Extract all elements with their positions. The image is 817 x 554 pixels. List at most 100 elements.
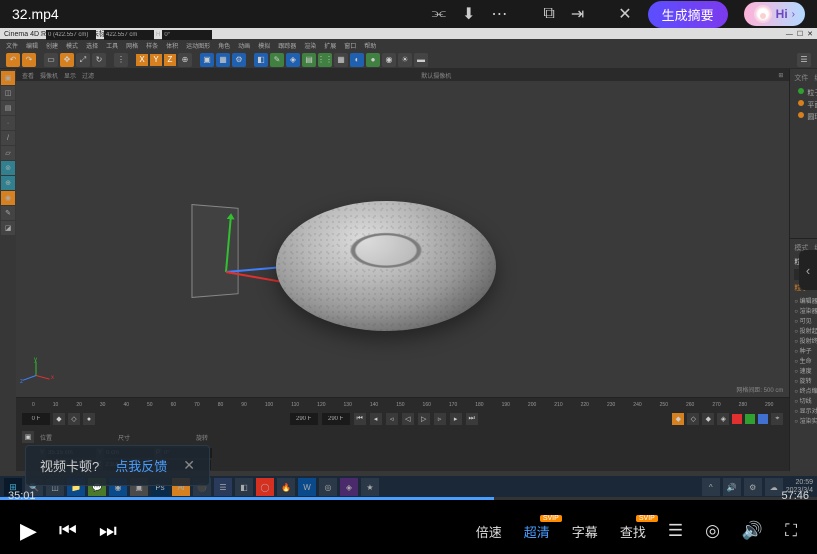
menu-item[interactable]: 角色 (218, 41, 230, 50)
rigid-body[interactable]: ● (366, 53, 380, 67)
menu-item[interactable]: 模式 (66, 41, 78, 50)
object-tree[interactable]: 粒子发射器平面圆环 (794, 87, 817, 123)
frame-start-input[interactable] (22, 413, 50, 425)
close-icon[interactable]: ✕ (183, 457, 195, 474)
feedback-link[interactable]: 点我反馈 (115, 456, 167, 475)
spline-pen[interactable]: ✎ (270, 53, 284, 67)
pip-icon[interactable]: ⧉ (543, 5, 554, 23)
app-icon-8[interactable]: ◎ (319, 478, 337, 496)
menu-item[interactable]: 窗口 (344, 41, 356, 50)
color-swatch-2[interactable] (745, 414, 755, 424)
obj-mgr-tabs[interactable]: 文件编辑查看对象标签书签 (794, 73, 817, 83)
volume[interactable]: ▦ (334, 53, 348, 67)
axis-x[interactable]: X (136, 54, 148, 66)
menu-item[interactable]: 运动图形 (186, 41, 210, 50)
workplane-snap[interactable]: ⊕ (1, 176, 15, 190)
more-icon[interactable]: ⋯ (491, 4, 507, 24)
cloner[interactable]: ⋮⋮ (318, 53, 332, 67)
app-icon-5[interactable]: ◧ (235, 478, 253, 496)
axis-z[interactable]: Z (164, 54, 176, 66)
size-x[interactable] (104, 30, 154, 40)
search-button[interactable]: 查找 SVIP (620, 522, 646, 541)
eye-icon[interactable]: ◎ (705, 521, 720, 541)
menu-item[interactable]: 网格 (126, 41, 138, 50)
edge-mode[interactable]: / (1, 131, 15, 145)
workplane[interactable]: ▤ (1, 101, 15, 115)
app-icon-6[interactable]: ◯ (256, 478, 274, 496)
collapse-icon[interactable]: ⇥ (571, 4, 584, 24)
tree-item[interactable]: 平面 (794, 99, 817, 111)
progress-track[interactable] (0, 497, 817, 500)
undo-button[interactable]: ↶ (6, 53, 20, 67)
next-key-icon[interactable]: ▸ (450, 413, 462, 425)
side-expand-tab[interactable]: ‹ (799, 250, 817, 290)
vp-display[interactable]: 显示 (64, 71, 76, 80)
record-icon[interactable]: ● (83, 413, 95, 425)
object-manager[interactable]: 文件编辑查看对象标签书签 粒子发射器平面圆环 (790, 69, 817, 239)
vp-view[interactable]: 查看 (22, 71, 34, 80)
autokey-icon[interactable]: ◇ (68, 413, 80, 425)
tray-icon-3[interactable]: ☁ (765, 478, 783, 496)
timeline-ruler[interactable]: 0102030405060708090100110120130140150160… (16, 397, 789, 411)
prev-frame-icon[interactable]: ◃ (386, 413, 398, 425)
app-icon-9[interactable]: ◈ (340, 478, 358, 496)
generate-summary-button[interactable]: 生成摘要 (648, 1, 728, 28)
close-icon[interactable]: ✕ (618, 4, 631, 24)
floor[interactable]: ▬ (414, 53, 428, 67)
prim-cube[interactable]: ◧ (254, 53, 268, 67)
viewport-menu[interactable]: 查看 摄像机 显示 过滤 默认摄像机 ⊞ (16, 69, 789, 81)
menu-item[interactable]: 模拟 (258, 41, 270, 50)
vp-nav-icon[interactable]: ⊞ (778, 72, 783, 79)
obj-mode-icon[interactable]: ▣ (22, 431, 34, 443)
goto-end-icon[interactable]: ⏭ (466, 413, 478, 425)
tray-up-icon[interactable]: ^ (702, 478, 720, 496)
left-toolbar[interactable]: ▣ ◫ ▤ · / ▱ ⊚ ⊕ ◉ ✎ ◪ (0, 69, 16, 471)
subdivision[interactable]: ◈ (286, 53, 300, 67)
move-tool[interactable]: ✥ (60, 53, 74, 67)
tray-icon-2[interactable]: ⚙ (744, 478, 762, 496)
menu-item[interactable]: 编辑 (26, 41, 38, 50)
color-swatch-3[interactable] (758, 414, 768, 424)
goto-start-icon[interactable]: ⏮ (354, 413, 366, 425)
tree-item[interactable]: 圆环 (794, 111, 817, 123)
key-scale-icon[interactable]: ◇ (687, 413, 699, 425)
vp-camera[interactable]: 摄像机 (40, 71, 58, 80)
frame-cur-input[interactable] (322, 413, 350, 425)
menu-item[interactable]: 帮助 (364, 41, 376, 50)
render-view[interactable]: ▣ (200, 53, 214, 67)
tree-item[interactable]: 粒子发射器 (794, 87, 817, 99)
menu-item[interactable]: 选择 (86, 41, 98, 50)
list-icon[interactable]: ☰ (668, 521, 683, 541)
camera[interactable]: ◉ (382, 53, 396, 67)
viewport-solo[interactable]: ◪ (1, 221, 15, 235)
app-menubar[interactable]: 文件编辑创建模式选择工具网格样条体积运动图形角色动画模拟跟踪器渲染扩展窗口帮助 (0, 39, 817, 51)
speed-button[interactable]: 倍速 (476, 522, 502, 541)
menu-item[interactable]: 创建 (46, 41, 58, 50)
vp-filter[interactable]: 过滤 (82, 71, 94, 80)
key-rot-icon[interactable]: ◆ (702, 413, 714, 425)
volume-icon[interactable]: 🔊 (742, 521, 763, 541)
app-icon-4[interactable]: ☰ (214, 478, 232, 496)
soft-select[interactable]: ◉ (1, 191, 15, 205)
redo-button[interactable]: ↷ (22, 53, 36, 67)
next-frame-icon[interactable]: ▹ (434, 413, 446, 425)
coord-system[interactable]: ⊕ (178, 53, 192, 67)
emitter-gizmo[interactable] (171, 201, 281, 331)
keyframe-icon[interactable]: ◆ (53, 413, 65, 425)
next-button[interactable]: ⏭ (99, 520, 117, 543)
model-mode[interactable]: ▣ (1, 71, 15, 85)
share-icon[interactable]: ⫘ (432, 5, 446, 23)
quality-button[interactable]: 超清 SVIP (524, 522, 550, 541)
render-picture[interactable]: ▦ (216, 53, 230, 67)
app-toolbar[interactable]: ↶ ↷ ▭ ✥ ⤢ ↻ ⋮ X Y Z ⊕ ▣ ▦ ⚙ ◧ ✎ ◈ ▤ ⋮⋮ ▦… (0, 51, 817, 69)
snap[interactable]: ⊚ (1, 161, 15, 175)
extrude[interactable]: ▤ (302, 53, 316, 67)
torus-object[interactable] (276, 201, 496, 331)
play-fwd-icon[interactable]: ▷ (418, 413, 430, 425)
prev-key-icon[interactable]: ◂ (370, 413, 382, 425)
light[interactable]: ☀ (398, 53, 412, 67)
magnet-icon[interactable]: ⌖ (771, 413, 783, 425)
download-icon[interactable]: ⬇ (462, 4, 475, 24)
scale-tool[interactable]: ⤢ (76, 53, 90, 67)
play-back-icon[interactable]: ◁ (402, 413, 414, 425)
